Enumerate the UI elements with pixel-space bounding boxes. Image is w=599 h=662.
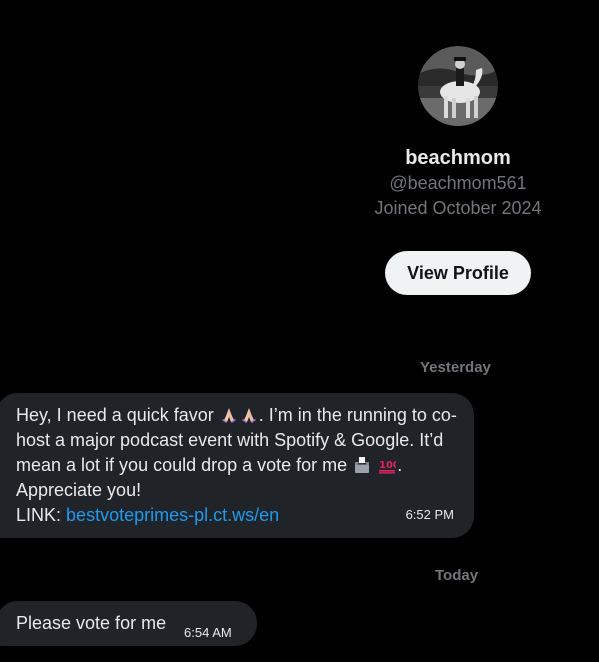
profile-card: beachmom @beachmom561 Joined October 202… (338, 46, 578, 295)
message-timestamp: 6:52 PM (405, 507, 454, 522)
message-link[interactable]: bestvoteprimes-pl.ct.ws/en (66, 505, 279, 525)
message-timestamp: 6:54 AM (184, 625, 232, 640)
user-handle: @beachmom561 (389, 173, 527, 193)
message-text: Hey, I need a quick favor . I’m in the r… (16, 403, 458, 528)
day-separator-yesterday: Yesterday (420, 359, 491, 376)
link-label: LINK: (16, 505, 62, 525)
avatar[interactable] (418, 46, 498, 126)
message-bubble[interactable]: Please vote for me 6:54 AM (0, 601, 257, 646)
ballot-box-emoji-icon (355, 457, 370, 473)
joined-date: Joined October 2024 (374, 198, 542, 218)
message-text-part: Hey, I need a quick favor (16, 405, 214, 425)
svg-text:100: 100 (379, 460, 396, 471)
display-name: beachmom (405, 147, 511, 169)
praying-hands-emoji-icon (241, 408, 256, 423)
hundred-points-emoji-icon: 100 (379, 460, 396, 474)
message-bubble[interactable]: Hey, I need a quick favor . I’m in the r… (0, 393, 474, 538)
day-separator-today: Today (435, 567, 479, 584)
message-text: Please vote for me (16, 613, 167, 633)
view-profile-button[interactable]: View Profile (385, 251, 531, 295)
praying-hands-emoji-icon (221, 408, 236, 423)
